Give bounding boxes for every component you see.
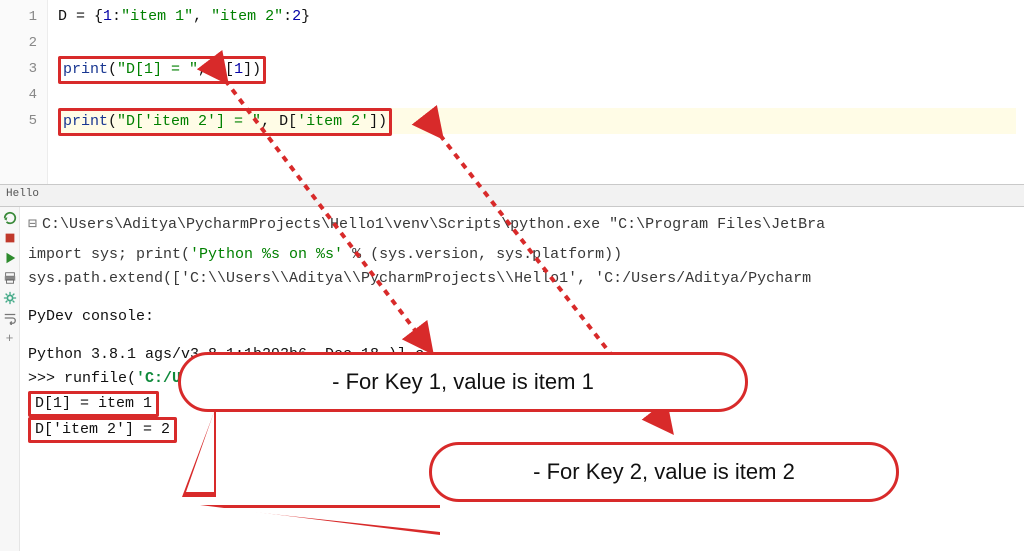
- code-token: :: [112, 8, 121, 25]
- rerun-icon[interactable]: [3, 211, 17, 225]
- code-token: "item 2": [211, 8, 283, 25]
- console-line: PyDev console:: [28, 305, 1018, 329]
- code-editor[interactable]: 1 2 3 4 5 D = {1:"item 1", "item 2":2}pr…: [0, 0, 1024, 185]
- code-token: 1: [103, 8, 112, 25]
- code-token: D: [58, 8, 76, 25]
- annotation-tail: [186, 412, 214, 492]
- code-token: "D[1] = ": [117, 61, 198, 78]
- code-token: "item 1": [121, 8, 193, 25]
- code-token: 'item 2': [297, 113, 369, 130]
- print-icon[interactable]: [3, 271, 17, 285]
- expand-icon[interactable]: ⊟: [28, 213, 42, 237]
- annotation-tail: [215, 508, 440, 532]
- line-number: 3: [0, 56, 37, 82]
- line-number: 5: [0, 108, 37, 134]
- code-token: :: [283, 8, 292, 25]
- line-number: 1: [0, 4, 37, 30]
- code-token: , D[: [261, 113, 297, 130]
- console-line: import sys; print('Python %s on %s' % (s…: [28, 243, 1018, 267]
- code-token: 2: [292, 8, 301, 25]
- annotation-bubble-2: - For Key 2, value is item 2: [429, 442, 899, 502]
- code-token: = {: [76, 8, 103, 25]
- code-token: 1: [234, 61, 243, 78]
- code-line[interactable]: print("D['item 2'] = ", D['item 2']): [58, 108, 1016, 134]
- output-ditem2: D['item 2'] = 2: [28, 417, 177, 443]
- code-area[interactable]: D = {1:"item 1", "item 2":2}print("D[1] …: [48, 0, 1024, 184]
- wrap-icon[interactable]: [3, 311, 17, 325]
- console-tab[interactable]: Hello: [6, 188, 39, 200]
- play-icon[interactable]: [3, 251, 17, 265]
- code-token: "D['item 2'] = ": [117, 113, 261, 130]
- code-line[interactable]: [58, 82, 1016, 108]
- line-number: 2: [0, 30, 37, 56]
- code-token: , D[: [198, 61, 234, 78]
- console-line: sys.path.extend(['C:\\Users\\Aditya\\Pyc…: [28, 267, 1018, 291]
- line-gutter: 1 2 3 4 5: [0, 0, 48, 184]
- code-token: }: [301, 8, 310, 25]
- console-tab-bar: Hello: [0, 185, 1024, 207]
- code-line[interactable]: [58, 30, 1016, 56]
- output-d1: D[1] = item 1: [28, 391, 159, 417]
- code-token: (: [108, 113, 117, 130]
- code-token: ,: [193, 8, 211, 25]
- highlight-box: print("D['item 2'] = ", D['item 2']): [58, 108, 392, 136]
- settings-icon[interactable]: [3, 291, 17, 305]
- console-toolbar: +: [0, 207, 20, 551]
- stop-icon[interactable]: [3, 231, 17, 245]
- code-token: ]): [243, 61, 261, 78]
- highlight-box: print("D[1] = ", D[1]): [58, 56, 266, 84]
- code-line[interactable]: D = {1:"item 1", "item 2":2}: [58, 4, 1016, 30]
- code-token: print: [63, 113, 108, 130]
- line-number: 4: [0, 82, 37, 108]
- code-line[interactable]: print("D[1] = ", D[1]): [58, 56, 1016, 82]
- code-token: print: [63, 61, 108, 78]
- annotation-bubble-1: - For Key 1, value is item 1: [178, 352, 748, 412]
- banner-line: C:\Users\Aditya\PycharmProjects\Hello1\v…: [42, 216, 825, 233]
- add-icon[interactable]: +: [6, 331, 14, 346]
- code-token: ]): [369, 113, 387, 130]
- code-token: (: [108, 61, 117, 78]
